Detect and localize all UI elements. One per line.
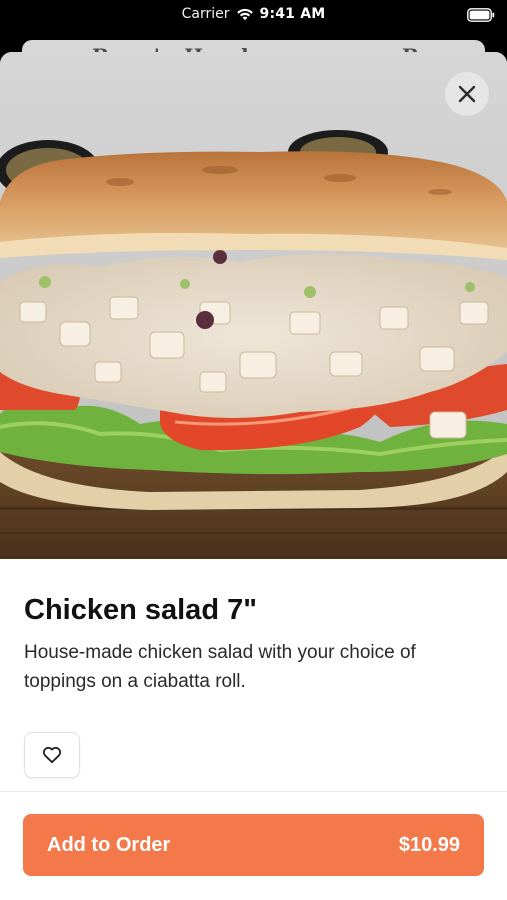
sandwich-illustration bbox=[0, 52, 507, 559]
clock-time: 9:41 AM bbox=[259, 6, 326, 22]
product-detail-sheet: Chicken salad 7" House-made chicken sala… bbox=[0, 52, 507, 900]
status-center: Carrier 9:41 AM bbox=[0, 6, 507, 22]
add-to-order-label: Add to Order bbox=[47, 833, 171, 856]
wifi-icon bbox=[236, 8, 254, 21]
close-button[interactable] bbox=[445, 72, 489, 116]
footer-divider bbox=[0, 791, 507, 792]
product-image bbox=[0, 52, 507, 559]
add-to-order-button[interactable]: Add to Order $10.99 bbox=[23, 814, 484, 876]
product-info: Chicken salad 7" House-made chicken sala… bbox=[24, 592, 484, 696]
close-icon bbox=[458, 85, 476, 103]
product-title: Chicken salad 7" bbox=[24, 594, 257, 626]
order-price: $10.99 bbox=[398, 833, 460, 856]
heart-outline-icon bbox=[42, 746, 62, 764]
product-description: House-made chicken salad with your choic… bbox=[24, 642, 416, 692]
status-bar: Carrier 9:41 AM bbox=[0, 0, 507, 32]
carrier-label: Carrier bbox=[181, 6, 230, 22]
battery-icon bbox=[467, 7, 495, 22]
favorite-button[interactable] bbox=[24, 732, 80, 778]
